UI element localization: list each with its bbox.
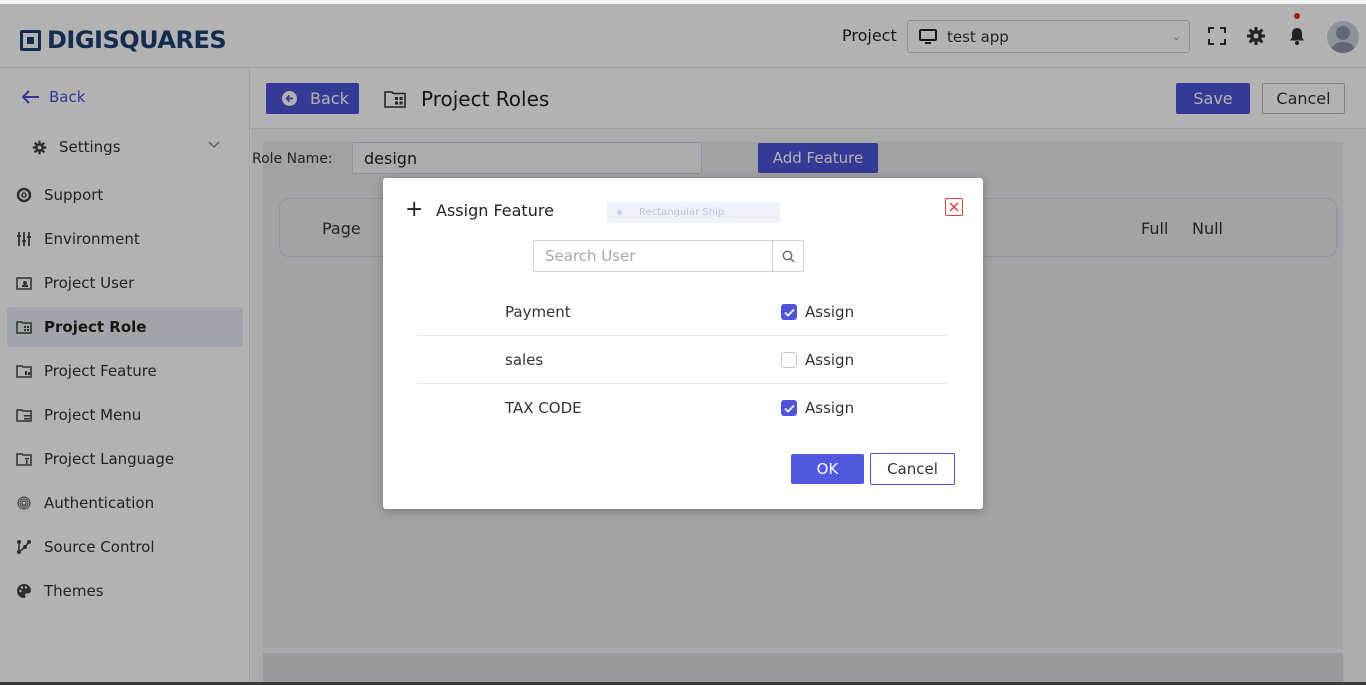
check-icon <box>783 404 795 413</box>
feature-name: Payment <box>505 303 571 321</box>
feature-name: sales <box>505 351 544 369</box>
dialog-cancel-button[interactable]: Cancel <box>870 453 955 485</box>
search-button[interactable] <box>772 241 803 271</box>
ok-button[interactable]: OK <box>791 454 864 484</box>
list-item: Payment Assign <box>417 288 949 336</box>
feature-name: TAX CODE <box>505 399 582 417</box>
check-icon <box>783 308 795 317</box>
close-button[interactable] <box>945 198 963 216</box>
assign-label: Assign <box>805 303 855 321</box>
assign-checkbox[interactable] <box>781 304 797 320</box>
list-item: sales Assign <box>417 336 949 384</box>
assign-feature-dialog: + Assign Feature Rectangular Snip Paymen… <box>383 178 983 509</box>
assign-checkbox[interactable] <box>781 400 797 416</box>
dialog-title: Assign Feature <box>436 201 554 220</box>
list-item: TAX CODE Assign <box>417 384 949 432</box>
snip-tooltip: Rectangular Snip <box>607 202 780 223</box>
close-icon <box>949 202 959 212</box>
assign-label: Assign <box>805 399 855 417</box>
search-box <box>533 240 804 272</box>
assign-checkbox[interactable] <box>781 352 797 368</box>
plus-icon: + <box>405 197 424 222</box>
search-input[interactable] <box>534 241 772 271</box>
search-icon <box>782 250 794 262</box>
assign-label: Assign <box>805 351 855 369</box>
